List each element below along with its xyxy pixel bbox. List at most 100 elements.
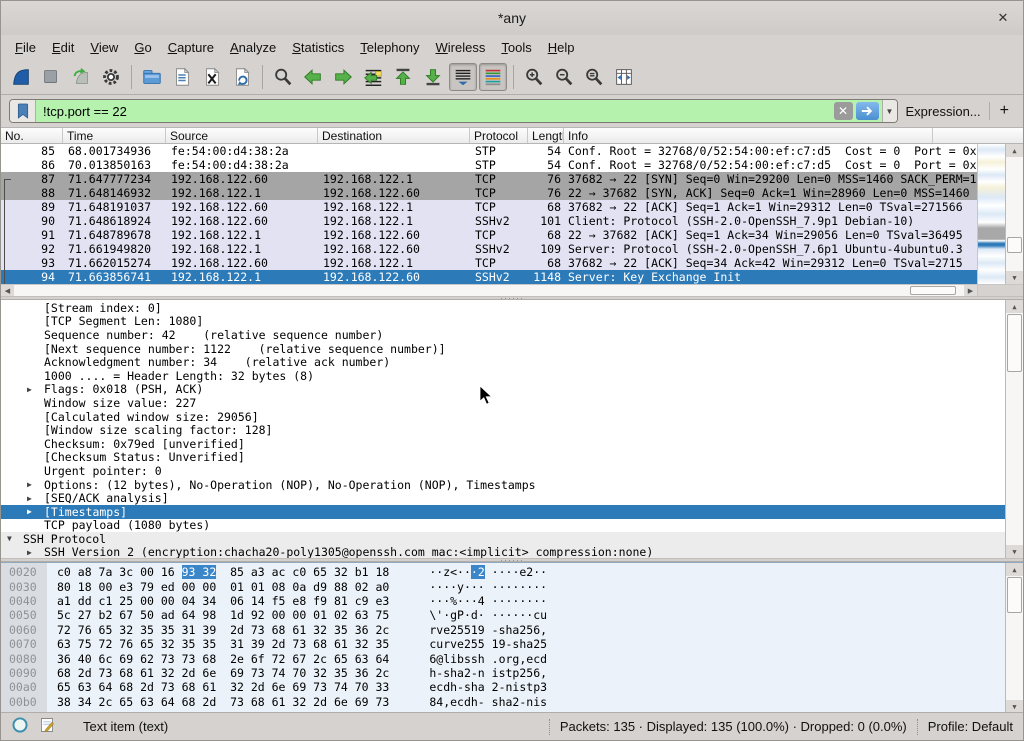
detail-line[interactable]: ▶[SEQ/ACK analysis] xyxy=(1,491,1005,505)
expander-icon[interactable]: ▼ xyxy=(7,534,19,543)
expander-icon[interactable]: ▶ xyxy=(27,548,39,557)
hex-row[interactable]: 00b038 34 2c 65 63 64 68 2d 73 68 61 32 … xyxy=(1,695,1005,709)
resize-columns-icon[interactable] xyxy=(610,63,638,91)
hex-row[interactable]: 008036 40 6c 69 62 73 73 68 2e 6f 72 67 … xyxy=(1,651,1005,665)
column-header-protocol[interactable]: Protocol xyxy=(470,128,528,143)
detail-line[interactable]: ▶Flags: 0x018 (PSH, ACK) xyxy=(1,383,1005,397)
detail-line[interactable]: Urgent pointer: 0 xyxy=(1,464,1005,478)
menu-go[interactable]: Go xyxy=(126,38,159,57)
intelligent-scrollbar-minimap[interactable] xyxy=(977,144,1005,284)
find-packet-icon[interactable] xyxy=(269,63,297,91)
hex-row[interactable]: 0020c0 a8 7a 3c 00 16 93 32 85 a3 ac c0 … xyxy=(1,565,1005,579)
detail-line[interactable]: Acknowledgment number: 34 (relative ack … xyxy=(1,355,1005,369)
add-filter-button[interactable]: + xyxy=(998,102,1015,120)
table-row[interactable]: 9071.648618924192.168.122.60192.168.122.… xyxy=(1,214,979,228)
detail-line[interactable]: ▶SSH Version 2 (encryption:chacha20-poly… xyxy=(1,546,1005,558)
hex-row[interactable]: 009068 2d 73 68 61 32 2d 6e 69 73 74 70 … xyxy=(1,666,1005,680)
detail-line[interactable]: Checksum: 0x79ed [unverified] xyxy=(1,437,1005,451)
table-row[interactable]: 8871.648146932192.168.122.1192.168.122.6… xyxy=(1,186,979,200)
detail-line[interactable]: [Checksum Status: Unverified] xyxy=(1,451,1005,465)
detail-line[interactable]: [TCP Segment Len: 1080] xyxy=(1,315,1005,329)
go-forward-icon[interactable] xyxy=(329,63,357,91)
save-file-icon[interactable] xyxy=(168,63,196,91)
filter-clear-icon[interactable]: ✕ xyxy=(834,102,853,120)
expander-icon[interactable]: ▶ xyxy=(27,480,39,489)
detail-line[interactable]: [Window size scaling factor: 128] xyxy=(1,423,1005,437)
reload-file-icon[interactable] xyxy=(228,63,256,91)
column-header-source[interactable]: Source xyxy=(166,128,318,143)
start-capture-icon[interactable] xyxy=(7,63,35,91)
display-filter-input[interactable]: !tcp.port == 22 xyxy=(36,100,834,122)
go-to-top-icon[interactable] xyxy=(389,63,417,91)
table-row[interactable]: 9371.662015274192.168.122.60192.168.122.… xyxy=(1,256,979,270)
table-row[interactable]: 8771.647777234192.168.122.60192.168.122.… xyxy=(1,172,979,186)
expression-button[interactable]: Expression... xyxy=(906,104,981,119)
scrollbar-thumb[interactable] xyxy=(910,286,956,295)
stop-capture-icon[interactable] xyxy=(37,63,65,91)
menu-telephony[interactable]: Telephony xyxy=(352,38,427,57)
menu-capture[interactable]: Capture xyxy=(160,38,222,57)
table-row[interactable]: 9271.661949820192.168.122.1192.168.122.6… xyxy=(1,242,979,256)
profile-label[interactable]: Profile: Default xyxy=(928,719,1013,734)
hex-row[interactable]: 006072 76 65 32 35 35 31 39 2d 73 68 61 … xyxy=(1,623,1005,637)
menu-wireless[interactable]: Wireless xyxy=(428,38,494,57)
menu-tools[interactable]: Tools xyxy=(493,38,539,57)
column-header-length[interactable]: Length xyxy=(528,128,564,143)
filter-history-caret-icon[interactable]: ▼ xyxy=(882,100,897,122)
scrollbar-thumb[interactable] xyxy=(1007,314,1022,372)
zoom-out-icon[interactable] xyxy=(550,63,578,91)
menu-analyze[interactable]: Analyze xyxy=(222,38,284,57)
menu-statistics[interactable]: Statistics xyxy=(284,38,352,57)
hex-row[interactable]: 007063 75 72 76 65 32 35 35 31 39 2d 73 … xyxy=(1,637,1005,651)
menu-view[interactable]: View xyxy=(82,38,126,57)
column-header-info[interactable]: Info xyxy=(564,128,933,143)
expert-info-icon[interactable] xyxy=(11,716,29,737)
scroll-left-icon[interactable]: ◀ xyxy=(1,285,14,296)
table-row[interactable]: 9171.648789678192.168.122.1192.168.122.6… xyxy=(1,228,979,242)
scroll-down-icon[interactable]: ▼ xyxy=(1006,271,1023,284)
hex-row[interactable]: 00505c 27 b2 67 50 ad 64 98 1d 92 00 00 … xyxy=(1,608,1005,622)
column-header-destination[interactable]: Destination xyxy=(318,128,470,143)
scrollbar-thumb[interactable] xyxy=(1007,237,1022,253)
detail-line[interactable]: ▶Options: (12 bytes), No-Operation (NOP)… xyxy=(1,478,1005,492)
table-row[interactable]: 8568.001734936fe:54:00:d4:38:2aSTP54Conf… xyxy=(1,144,979,158)
scroll-up-icon[interactable]: ▲ xyxy=(1006,144,1023,157)
column-header-time[interactable]: Time xyxy=(63,128,166,143)
scroll-down-icon[interactable]: ▼ xyxy=(1006,545,1023,558)
close-icon[interactable]: ✕ xyxy=(995,10,1011,26)
hex-vscrollbar[interactable]: ▲ ▼ xyxy=(1005,563,1023,712)
detail-line-selected[interactable]: ▶[Timestamps] xyxy=(1,505,1005,519)
restart-capture-icon[interactable] xyxy=(67,63,95,91)
go-to-packet-icon[interactable] xyxy=(359,63,387,91)
detail-line[interactable]: [Calculated window size: 29056] xyxy=(1,410,1005,424)
colorize-icon[interactable] xyxy=(479,63,507,91)
capture-comment-icon[interactable] xyxy=(39,716,55,737)
expander-icon[interactable]: ▶ xyxy=(27,507,39,516)
filter-bookmark-icon[interactable] xyxy=(10,100,36,122)
filter-apply-icon[interactable] xyxy=(856,102,879,120)
menu-help[interactable]: Help xyxy=(540,38,583,57)
hex-row[interactable]: 00a065 63 64 68 2d 73 68 61 32 2d 6e 69 … xyxy=(1,680,1005,694)
detail-line[interactable]: [Next sequence number: 1122 (relative se… xyxy=(1,342,1005,356)
detail-line[interactable]: Window size value: 227 xyxy=(1,396,1005,410)
menu-edit[interactable]: Edit xyxy=(44,38,82,57)
scroll-right-icon[interactable]: ▶ xyxy=(964,285,977,296)
packet-list-vscrollbar[interactable]: ▲ ▼ xyxy=(1005,144,1023,284)
close-file-icon[interactable] xyxy=(198,63,226,91)
scroll-up-icon[interactable]: ▲ xyxy=(1006,563,1023,576)
detail-line[interactable]: Sequence number: 42 (relative sequence n… xyxy=(1,328,1005,342)
detail-line[interactable]: ▼SSH Protocol xyxy=(1,532,1005,546)
hex-row[interactable]: 003080 18 00 e3 79 ed 00 00 01 01 08 0a … xyxy=(1,579,1005,593)
hex-row[interactable]: 0040a1 dd c1 25 00 00 04 34 06 14 f5 e8 … xyxy=(1,594,1005,608)
detail-line[interactable]: 1000 .... = Header Length: 32 bytes (8) xyxy=(1,369,1005,383)
detail-line[interactable]: [Stream index: 0] xyxy=(1,301,1005,315)
menu-file[interactable]: File xyxy=(7,38,44,57)
go-back-icon[interactable] xyxy=(299,63,327,91)
packet-list-hscrollbar[interactable]: ◀ ▶ xyxy=(1,284,1023,296)
open-file-icon[interactable] xyxy=(138,63,166,91)
go-to-bottom-icon[interactable] xyxy=(419,63,447,91)
expander-icon[interactable]: ▶ xyxy=(27,385,39,394)
scrollbar-thumb[interactable] xyxy=(1007,577,1022,613)
capture-options-icon[interactable] xyxy=(97,63,125,91)
table-row[interactable]: 8971.648191037192.168.122.60192.168.122.… xyxy=(1,200,979,214)
